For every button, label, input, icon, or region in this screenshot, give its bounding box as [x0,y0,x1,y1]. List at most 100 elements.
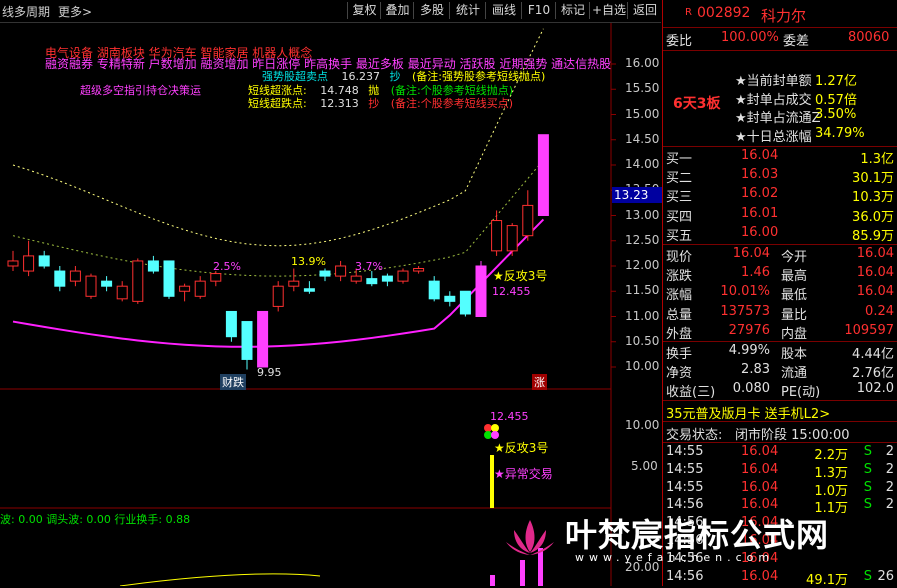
bid-volume: 10.3万 [852,190,894,206]
quote-panel: R 002892 科力尔 委比 100.00% 委差 80060 6天3板 ★当… [662,0,897,588]
tick-side: S [863,461,872,477]
tick-volume: 1.3万 [814,465,848,481]
bottom-indicator-line: 波: 0.00 调头波: 0.00 行业换手: 0.88 [0,513,191,526]
candle-body [241,321,253,360]
candle-body [225,310,237,338]
stat-label: ★十日总涨幅 [735,129,812,145]
candle-body [303,288,315,292]
candle-body [147,260,159,272]
tick-price: 16.04 [741,479,779,495]
fund-row: 收益(三) 0.080 PE(动) 102.0 [663,381,897,400]
quote-row: 外盘 27976 内盘 109597 [663,323,897,342]
quote-value: 137573 [720,303,770,319]
tick-count: 2 [885,461,894,477]
current-price-tag: 13.23 [612,187,663,203]
stock-header: R 002892 科力尔 [663,5,897,25]
bid-row: 买二 16.03 30.1万 [663,167,897,186]
quote-value: 16.04 [856,265,894,281]
quote-row: 现价 16.04 今开 16.04 [663,246,897,265]
add-watchlist-button[interactable]: +自选 [589,2,628,19]
candle-body [397,270,409,282]
f10-button[interactable]: F10 [521,2,556,19]
quote-value: 16.04 [732,246,770,261]
fund-row: 换手 4.99% 股本 4.44亿 [663,343,897,362]
price-axis-tick: 14.50 [625,131,660,146]
candle-body [54,270,66,287]
promo-link[interactable]: 35元普及版月卡 送手机L2> [666,403,830,422]
candle-body [366,278,378,285]
stat-label: ★封单占流通Z [735,111,821,126]
fund-label: 股本 [781,347,808,362]
candle-body [413,268,425,272]
tick-volume: 1.0万 [814,483,848,499]
quote-label: 内盘 [781,326,808,342]
price-axis-tick: 11.50 [625,283,660,298]
watermark-url: www.yefanchen.com [575,551,775,564]
quote-label: 现价 [666,250,693,265]
bid-volume: 30.1万 [852,171,894,187]
fuquan-button[interactable]: 复权 [347,2,381,19]
signal-dot [491,431,499,439]
tick-count: 2 [885,497,894,513]
weibi-value: 100.00% [721,30,779,45]
bid-price: 16.01 [741,205,779,221]
badge-left: 财跌 [220,374,246,390]
bid-label: 买五 [666,228,693,244]
weicha-label: 委差 [783,34,810,49]
draw-line-button[interactable]: 画线 [485,2,522,19]
tab-multi-period[interactable]: 多周期 [14,3,50,20]
tick-time: 14:56 [666,568,704,584]
candle-body [444,295,456,302]
candle-body [537,134,549,216]
tab-more[interactable]: 更多> [58,3,92,20]
price-axis-tick: 10.50 [625,333,660,348]
quote-value: 1.46 [741,265,770,281]
fund-label: 净资 [666,366,693,382]
quote-label: 总量 [666,307,693,323]
candle-body [491,220,503,252]
status-value: 闭市阶段 15:00:00 [735,428,850,443]
multi-stock-button[interactable]: 多股 [413,2,450,19]
candle-body [428,280,440,300]
volume-bar [520,560,525,586]
middle-band-line [12,159,544,277]
candle-body [38,255,50,267]
status-label: 交易状态: [666,428,723,443]
bid-label: 买二 [666,171,693,187]
stat-row: ★封单占流通Z 3.50% [663,107,897,126]
stock-name: 科力尔 [761,7,807,25]
volume-bar [490,575,495,586]
price-axis-tick: 15.50 [625,81,660,96]
candle-body [179,285,191,292]
candle-body [132,260,144,302]
stock-code: 002892 [697,5,751,21]
tick-count: 2 [885,479,894,495]
fund-value: 102.0 [856,381,894,397]
tab-line[interactable]: 线 [2,3,14,20]
stat-value: 3.50% [815,107,857,122]
stats-button[interactable]: 统计 [449,2,486,19]
chart-toolbar: 线 多周期 更多> 复权 叠加 多股 统计 画线 F10 标记 +自选 返回 [0,0,661,23]
tick-side: S [863,479,872,495]
quote-value: 27976 [728,322,770,338]
pct-label-1: 2.5% [213,260,241,273]
promo-banner[interactable]: 35元普及版月卡 送手机L2> [663,403,897,422]
quote-row: 总量 137573 量比 0.24 [663,304,897,323]
tick-count: 2 [885,444,894,459]
candle-body [85,275,97,297]
fund-value: 0.080 [732,381,770,397]
quote-label: 涨幅 [666,288,693,304]
candle-body [116,285,128,300]
mark-button[interactable]: 标记 [555,2,590,19]
indicator-row-3: 短线超跌点: 12.313 抄 (备注:个股参考短线买点) [248,95,513,111]
quote-label: 今开 [781,250,808,265]
fund-label: 收益(三) [666,385,716,401]
candle-body [101,280,113,287]
candle-body [210,273,222,282]
overlay-button[interactable]: 叠加 [380,2,414,19]
back-button[interactable]: 返回 [627,2,662,19]
tick-row: 14:55 16.04 2.2万 S 2 [663,444,897,463]
lower-signal-label-2: ★异常交易 [494,467,553,481]
row3-action: 抄 [368,97,380,110]
fund-label: 流通 [781,366,808,382]
